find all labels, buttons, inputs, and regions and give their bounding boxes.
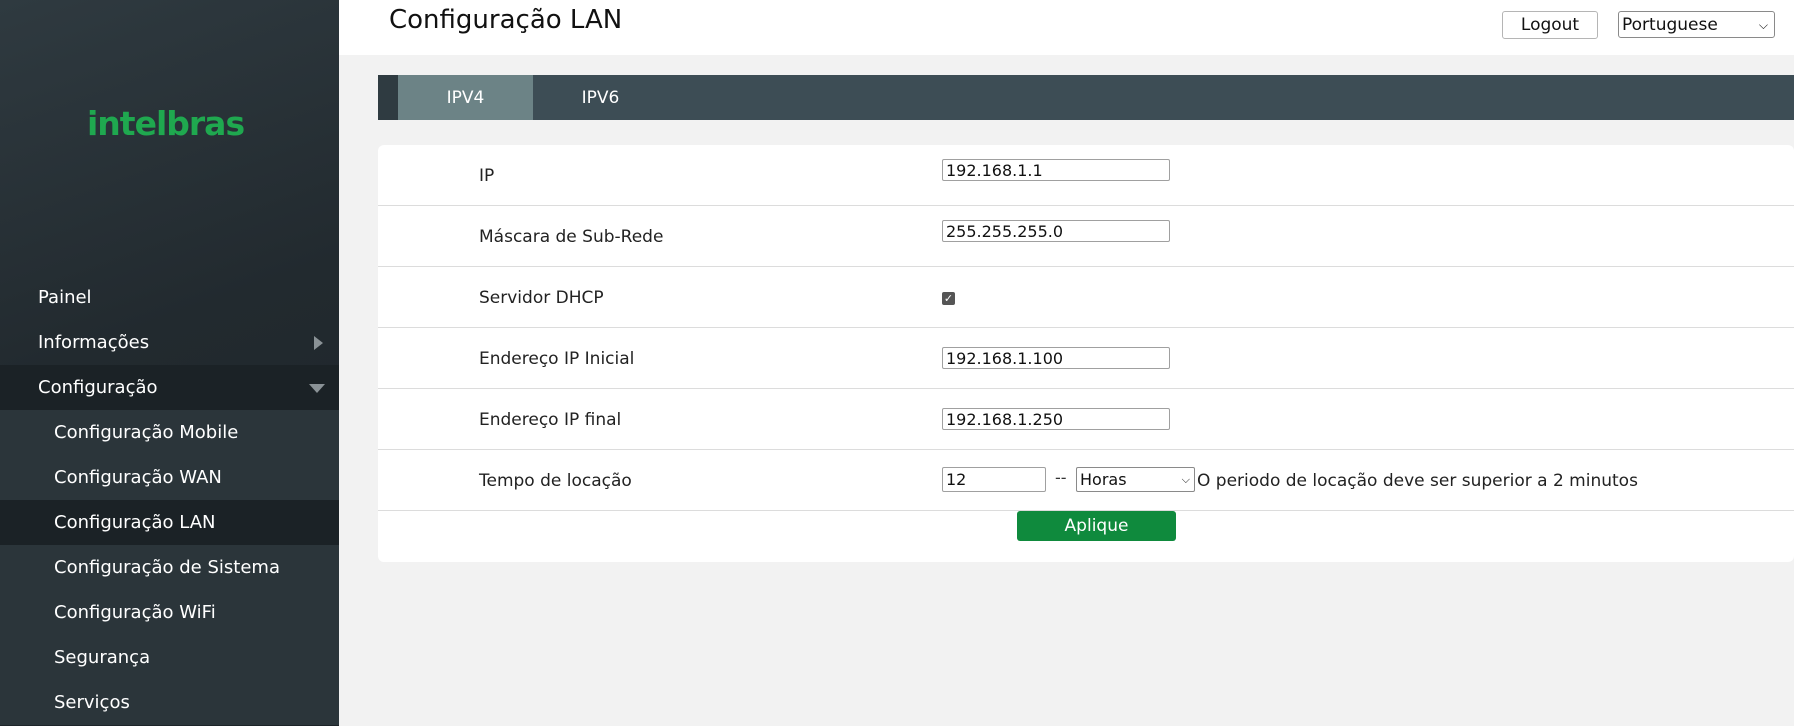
sidebar-item-config-wifi[interactable]: Configuração WiFi — [0, 590, 339, 635]
sidebar-item-label: Configuração LAN — [54, 512, 216, 533]
form-row-end-ip: Endereço IP final — [378, 389, 1794, 450]
logout-button[interactable]: Logout — [1502, 11, 1598, 39]
sidebar-item-servicos[interactable]: Serviços — [0, 680, 339, 725]
tab-label: IPV6 — [581, 87, 620, 108]
sidebar-item-config-sistema[interactable]: Configuração de Sistema — [0, 545, 339, 590]
sidebar-item-label: Configuração Mobile — [54, 422, 239, 443]
form-row-mask: Máscara de Sub-Rede — [378, 206, 1794, 267]
start-ip-input[interactable] — [942, 347, 1170, 369]
chevron-down-icon: ⌵ — [1758, 18, 1768, 32]
form-row-lease: Tempo de locação -- Horas ⌵ O periodo de… — [378, 450, 1794, 511]
mask-label: Máscara de Sub-Rede — [479, 226, 664, 247]
dhcp-label: Servidor DHCP — [479, 287, 604, 308]
sidebar-nav: Painel Informações Configuração Configur… — [0, 275, 339, 725]
form-row-start-ip: Endereço IP Inicial — [378, 328, 1794, 389]
page-title: Configuração LAN — [389, 5, 623, 35]
chevron-down-icon: ⌵ — [1181, 473, 1190, 486]
chevron-right-icon — [314, 336, 323, 350]
tab-bar: IPV4 IPV6 — [378, 75, 1794, 120]
sidebar-item-seguranca[interactable]: Segurança — [0, 635, 339, 680]
sidebar-item-painel[interactable]: Painel — [0, 275, 339, 320]
lease-unit-value: Horas — [1080, 470, 1127, 489]
lease-note: O periodo de locação deve ser superior a… — [1197, 470, 1638, 491]
tab-ipv4[interactable]: IPV4 — [398, 75, 533, 120]
lease-separator: -- — [1055, 468, 1067, 487]
sidebar-item-config-mobile[interactable]: Configuração Mobile — [0, 410, 339, 455]
sidebar-item-config-wan[interactable]: Configuração WAN — [0, 455, 339, 500]
sidebar: intelbras Painel Informações Configuraçã… — [0, 0, 339, 726]
sidebar-item-label: Configuração WiFi — [54, 602, 216, 623]
form-row-dhcp: Servidor DHCP ✓ — [378, 267, 1794, 328]
end-ip-label: Endereço IP final — [479, 409, 622, 430]
lease-unit-select[interactable]: Horas ⌵ — [1076, 467, 1195, 492]
tab-ipv6[interactable]: IPV6 — [533, 75, 668, 120]
sidebar-item-informacoes[interactable]: Informações — [0, 320, 339, 365]
tab-label: IPV4 — [446, 87, 485, 108]
lan-settings-card: IP Máscara de Sub-Rede Servidor DHCP ✓ E… — [378, 145, 1794, 562]
sidebar-item-label: Configuração de Sistema — [54, 557, 280, 578]
chevron-down-icon — [309, 384, 325, 393]
subnet-mask-input[interactable] — [942, 220, 1170, 242]
sidebar-item-label: Informações — [38, 332, 150, 353]
apply-button[interactable]: Aplique — [1017, 511, 1176, 541]
start-ip-label: Endereço IP Inicial — [479, 348, 635, 369]
ip-input[interactable] — [942, 159, 1170, 181]
intelbras-logo: intelbras — [87, 104, 245, 143]
sidebar-item-label: Segurança — [54, 647, 151, 668]
language-select-value: Portuguese — [1622, 14, 1718, 35]
language-select[interactable]: Portuguese ⌵ — [1618, 11, 1775, 38]
sidebar-item-config-lan[interactable]: Configuração LAN — [0, 500, 339, 545]
ip-label: IP — [479, 165, 495, 186]
sidebar-item-label: Painel — [38, 287, 92, 308]
sidebar-item-label: Serviços — [54, 692, 130, 713]
header: Configuração LAN Logout Portuguese ⌵ — [339, 0, 1794, 55]
sidebar-item-label: Configuração WAN — [54, 467, 222, 488]
lease-time-input[interactable] — [942, 467, 1046, 492]
dhcp-server-checkbox[interactable]: ✓ — [942, 292, 955, 305]
form-row-ip: IP — [378, 145, 1794, 206]
sidebar-item-configuracao[interactable]: Configuração — [0, 365, 339, 410]
lease-label: Tempo de locação — [479, 470, 632, 491]
sidebar-item-label: Configuração — [38, 377, 158, 398]
end-ip-input[interactable] — [942, 408, 1170, 430]
